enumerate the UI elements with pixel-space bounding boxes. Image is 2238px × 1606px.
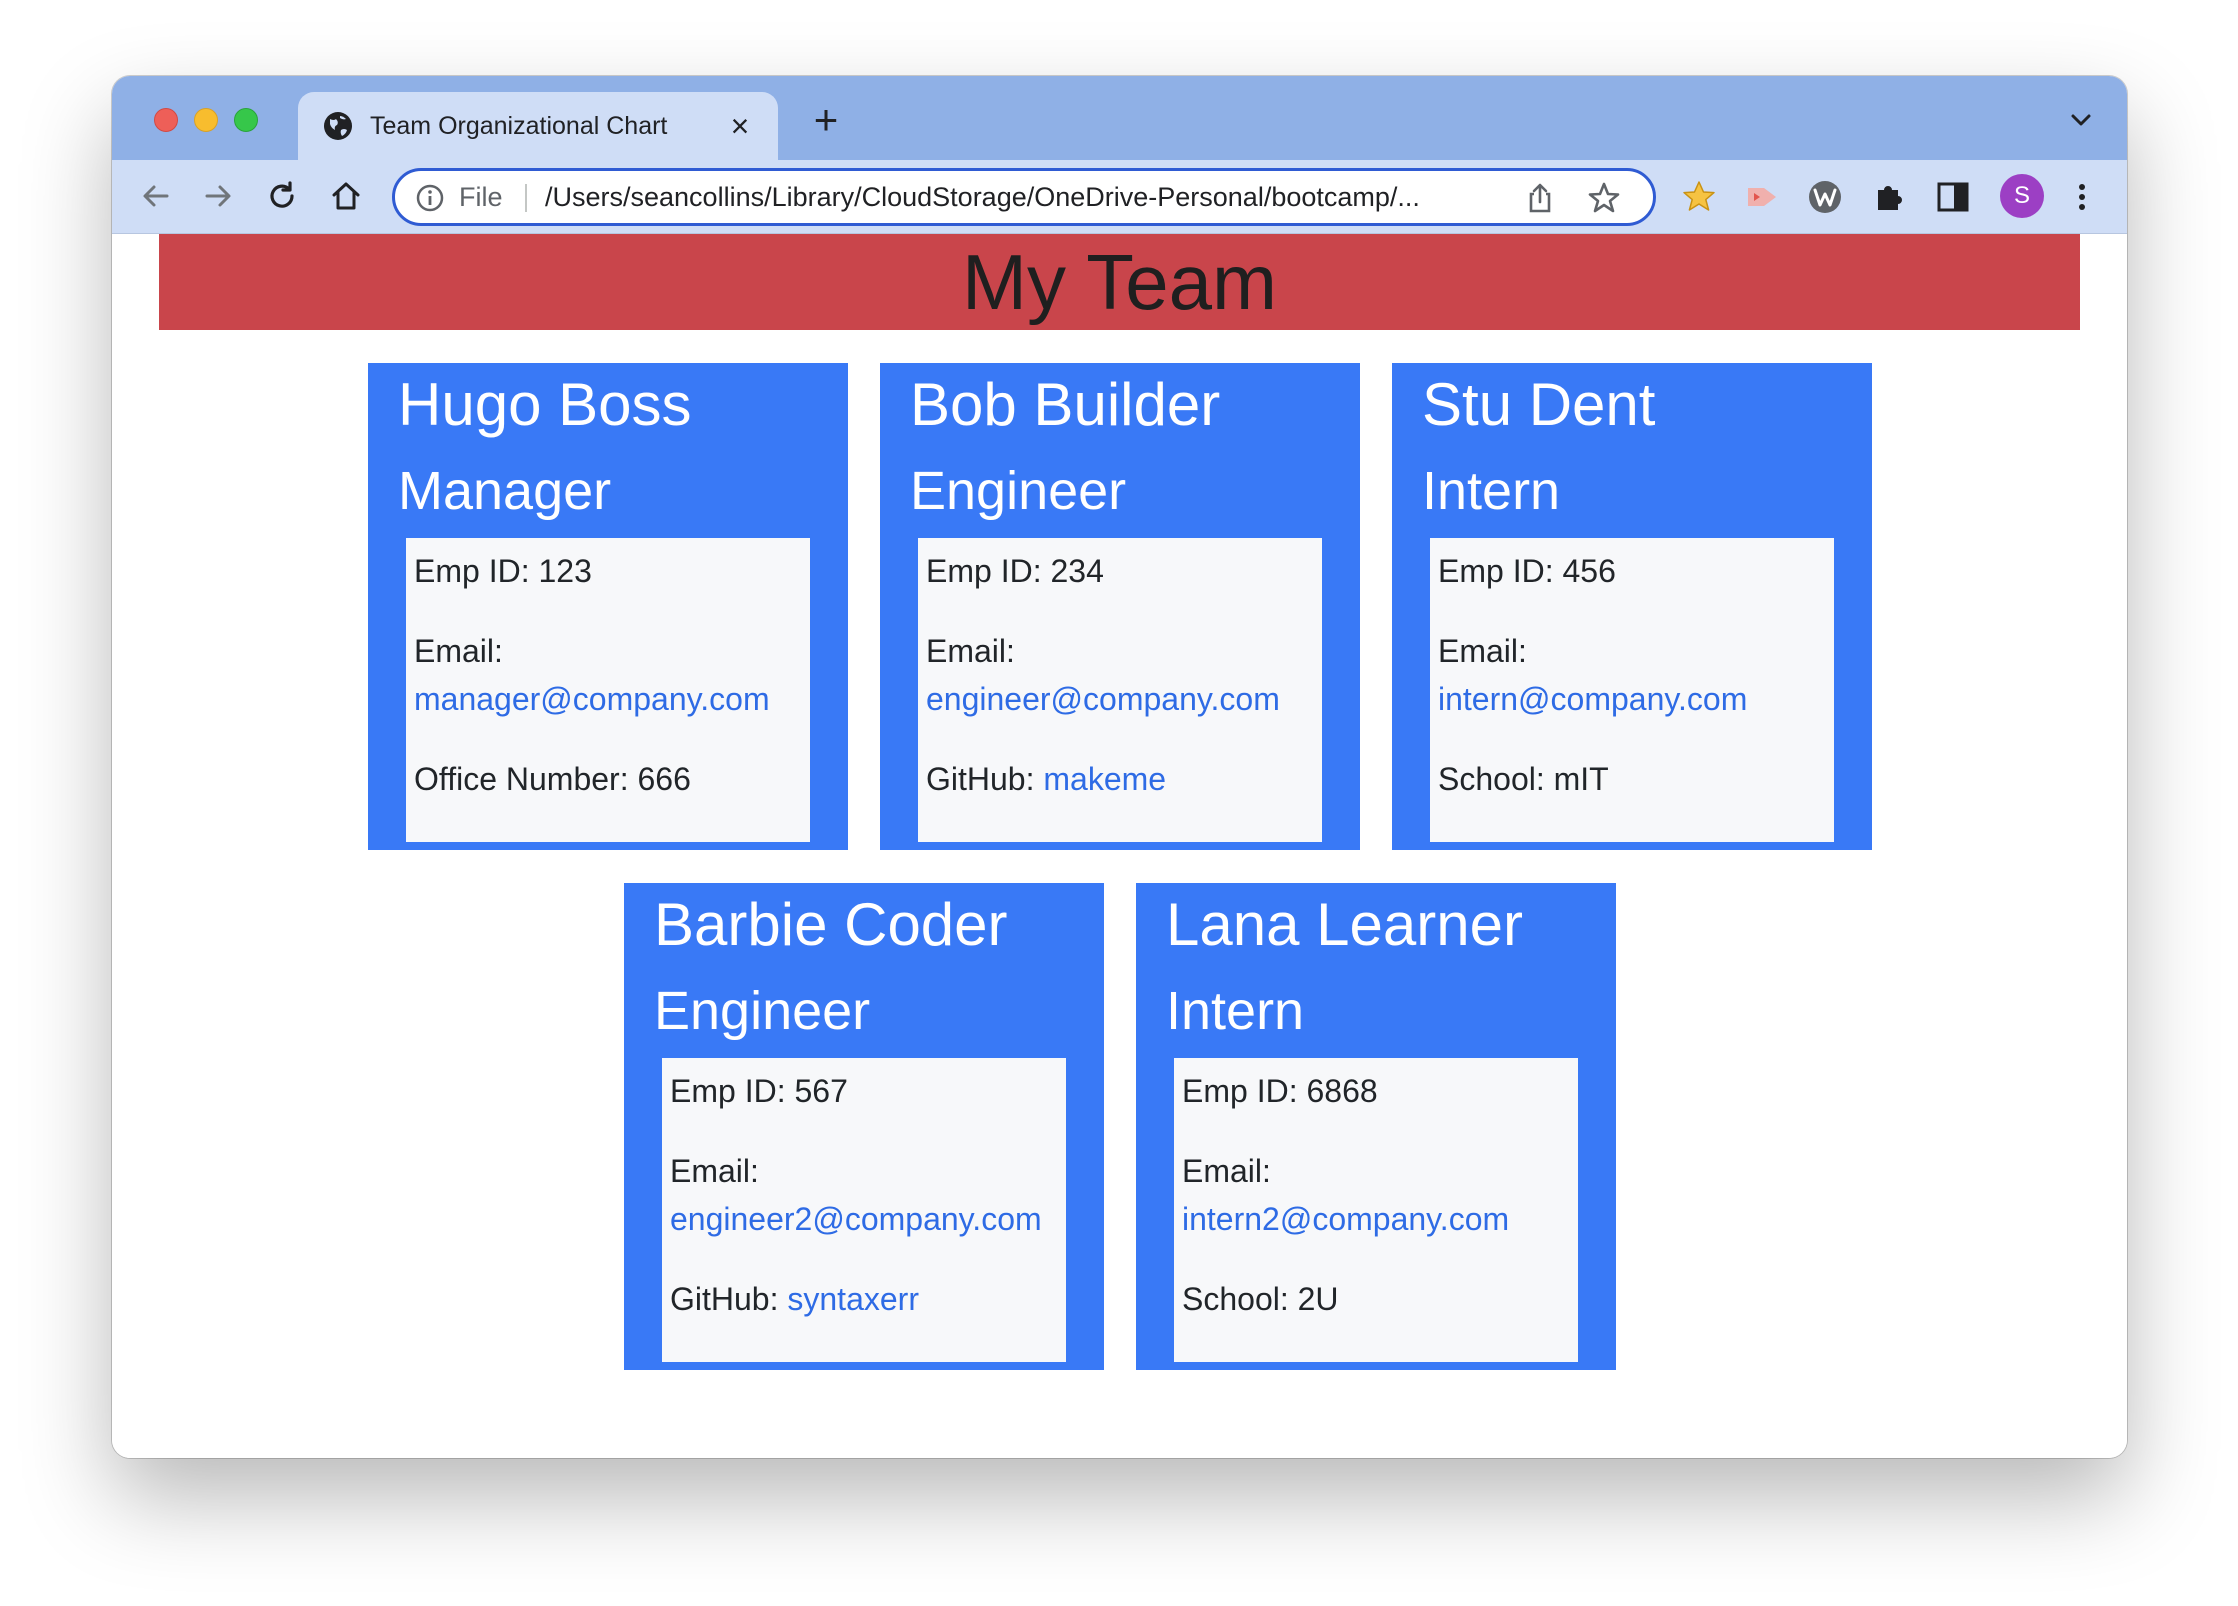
browser-window: Team Organizational Chart × + File /User… bbox=[112, 76, 2127, 1458]
minimize-window-button[interactable] bbox=[194, 108, 218, 132]
title-bar: Team Organizational Chart × + bbox=[112, 76, 2127, 160]
email-label: Email: bbox=[1438, 633, 1527, 669]
school: School: mIT bbox=[1438, 761, 1609, 797]
back-button[interactable] bbox=[132, 172, 180, 220]
employee-name: Lana Learner bbox=[1166, 891, 1523, 958]
tab-close-icon[interactable]: × bbox=[722, 108, 758, 144]
forward-button[interactable] bbox=[194, 172, 242, 220]
employee-details: Emp ID: 567 Email: engineer2@company.com… bbox=[662, 1058, 1066, 1362]
employee-id: Emp ID: 6868 bbox=[1182, 1073, 1378, 1109]
github-row: GitHub: makeme bbox=[926, 757, 1166, 801]
github-row: GitHub: syntaxerr bbox=[670, 1277, 919, 1321]
side-panel-icon[interactable] bbox=[1934, 178, 1972, 216]
home-icon bbox=[332, 182, 360, 210]
employee-card: Hugo Boss Manager Emp ID: 123 Email: man… bbox=[368, 363, 848, 850]
employee-id: Emp ID: 234 bbox=[926, 553, 1104, 589]
page-title: My Team bbox=[962, 238, 1277, 326]
employee-card: Stu Dent Intern Emp ID: 456 Email: inter… bbox=[1392, 363, 1872, 850]
employee-details: Emp ID: 123 Email: manager@company.com O… bbox=[406, 538, 810, 842]
zoom-window-button[interactable] bbox=[234, 108, 258, 132]
puzzle-icon[interactable] bbox=[1870, 178, 1908, 216]
email-link[interactable]: intern@company.com bbox=[1438, 677, 1747, 721]
bookmark-star-icon[interactable] bbox=[1587, 181, 1621, 215]
url-text[interactable]: /Users/seancollins/Library/CloudStorage/… bbox=[545, 171, 1505, 223]
employee-card: Lana Learner Intern Emp ID: 6868 Email: … bbox=[1136, 883, 1616, 1370]
employee-role: Engineer bbox=[910, 461, 1127, 521]
page-header: My Team bbox=[159, 234, 2080, 330]
employee-role: Manager bbox=[398, 461, 612, 521]
github-label: GitHub: bbox=[670, 1281, 788, 1317]
toolbar: File /Users/seancollins/Library/CloudSto… bbox=[112, 160, 2127, 234]
employee-card: Bob Builder Engineer Emp ID: 234 Email: … bbox=[880, 363, 1360, 850]
profile-avatar[interactable]: S bbox=[2000, 174, 2044, 218]
email-label: Email: bbox=[670, 1153, 759, 1189]
info-icon[interactable] bbox=[415, 183, 445, 213]
employee-id: Emp ID: 567 bbox=[670, 1073, 848, 1109]
office-number: Office Number: 666 bbox=[414, 761, 691, 797]
github-label: GitHub: bbox=[926, 761, 1044, 797]
file-scheme-label: File bbox=[459, 182, 503, 212]
email-link[interactable]: engineer@company.com bbox=[926, 677, 1280, 721]
github-link[interactable]: syntaxerr bbox=[787, 1281, 919, 1317]
employee-id: Emp ID: 123 bbox=[414, 553, 592, 589]
reload-icon bbox=[270, 181, 294, 208]
employee-details: Emp ID: 234 Email: engineer@company.com … bbox=[918, 538, 1322, 842]
favorites-star-icon[interactable] bbox=[1680, 178, 1718, 216]
forward-arrow-icon bbox=[205, 185, 231, 207]
close-window-button[interactable] bbox=[154, 108, 178, 132]
employee-details: Emp ID: 456 Email: intern@company.com Sc… bbox=[1430, 538, 1834, 842]
home-button[interactable] bbox=[322, 172, 370, 220]
globe-icon bbox=[324, 112, 352, 140]
share-icon[interactable] bbox=[1523, 181, 1557, 215]
omnibox-divider bbox=[525, 184, 527, 212]
employee-name: Stu Dent bbox=[1422, 371, 1656, 438]
kebab-menu-icon[interactable] bbox=[2072, 178, 2092, 216]
employee-name: Hugo Boss bbox=[398, 371, 692, 438]
email-label: Email: bbox=[926, 633, 1015, 669]
tab-title: Team Organizational Chart bbox=[370, 112, 668, 140]
chevron-down-icon[interactable] bbox=[2063, 102, 2099, 138]
back-arrow-icon bbox=[143, 185, 169, 207]
employee-role: Intern bbox=[1422, 461, 1561, 521]
email-label: Email: bbox=[1182, 1153, 1271, 1189]
employee-name: Bob Builder bbox=[910, 371, 1221, 438]
address-bar[interactable]: File /Users/seancollins/Library/CloudSto… bbox=[392, 168, 1656, 226]
w-extension-icon[interactable] bbox=[1806, 178, 1844, 216]
employee-role: Engineer bbox=[654, 981, 871, 1041]
employee-role: Intern bbox=[1166, 981, 1305, 1041]
employee-name: Barbie Coder bbox=[654, 891, 1008, 958]
school: School: 2U bbox=[1182, 1281, 1339, 1317]
employee-details: Emp ID: 6868 Email: intern2@company.com … bbox=[1174, 1058, 1578, 1362]
tab-team-org-chart[interactable]: Team Organizational Chart × bbox=[298, 92, 778, 160]
github-link[interactable]: makeme bbox=[1043, 761, 1166, 797]
cast-icon[interactable] bbox=[1744, 180, 1780, 214]
new-tab-button[interactable]: + bbox=[802, 96, 850, 144]
email-link[interactable]: engineer2@company.com bbox=[670, 1197, 1042, 1241]
employee-card: Barbie Coder Engineer Emp ID: 567 Email:… bbox=[624, 883, 1104, 1370]
reload-button[interactable] bbox=[258, 172, 306, 220]
email-link[interactable]: intern2@company.com bbox=[1182, 1197, 1509, 1241]
employee-id: Emp ID: 456 bbox=[1438, 553, 1616, 589]
email-link[interactable]: manager@company.com bbox=[414, 677, 770, 721]
email-label: Email: bbox=[414, 633, 503, 669]
page-content: My Team Hugo Boss Manager Emp ID: 123 Em… bbox=[112, 234, 2127, 1458]
